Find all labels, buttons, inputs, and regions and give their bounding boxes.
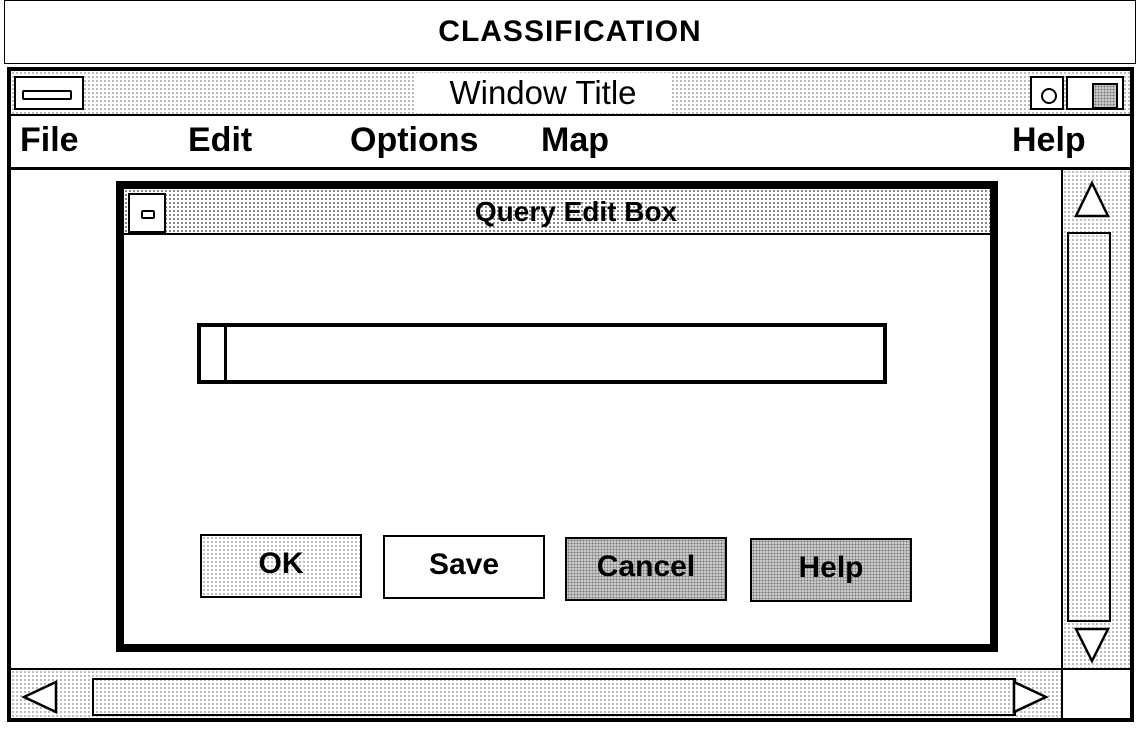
- help-button[interactable]: Help: [750, 538, 912, 602]
- text-cursor: [224, 327, 236, 380]
- window-title: Window Title: [414, 73, 672, 113]
- menu-file[interactable]: File: [20, 119, 79, 161]
- cancel-button[interactable]: Cancel: [565, 537, 727, 601]
- query-input[interactable]: [197, 323, 887, 384]
- scroll-up-icon[interactable]: [1074, 180, 1110, 220]
- menu-help[interactable]: Help: [1012, 119, 1086, 161]
- scroll-right-icon[interactable]: [1010, 678, 1050, 716]
- horizontal-scroll-track[interactable]: [92, 678, 1016, 716]
- save-button[interactable]: Save: [383, 535, 545, 599]
- classification-banner: CLASSIFICATION: [4, 0, 1136, 64]
- scroll-down-icon[interactable]: [1074, 626, 1110, 664]
- ok-button[interactable]: OK: [200, 534, 362, 598]
- menu-options[interactable]: Options: [350, 119, 478, 161]
- vertical-scroll-thumb[interactable]: [1067, 232, 1111, 622]
- dialog-title: Query Edit Box: [474, 196, 678, 227]
- minimize-icon[interactable]: [1030, 76, 1064, 110]
- scroll-left-icon[interactable]: [20, 678, 92, 716]
- menu-edit[interactable]: Edit: [188, 119, 252, 161]
- system-menu-icon[interactable]: [14, 76, 84, 110]
- dialog-system-menu-icon[interactable]: [128, 193, 166, 233]
- scrollbar-corner: [1061, 670, 1130, 718]
- classification-label: CLASSIFICATION: [438, 15, 702, 48]
- menu-map[interactable]: Map: [541, 119, 609, 161]
- maximize-icon[interactable]: [1066, 76, 1124, 110]
